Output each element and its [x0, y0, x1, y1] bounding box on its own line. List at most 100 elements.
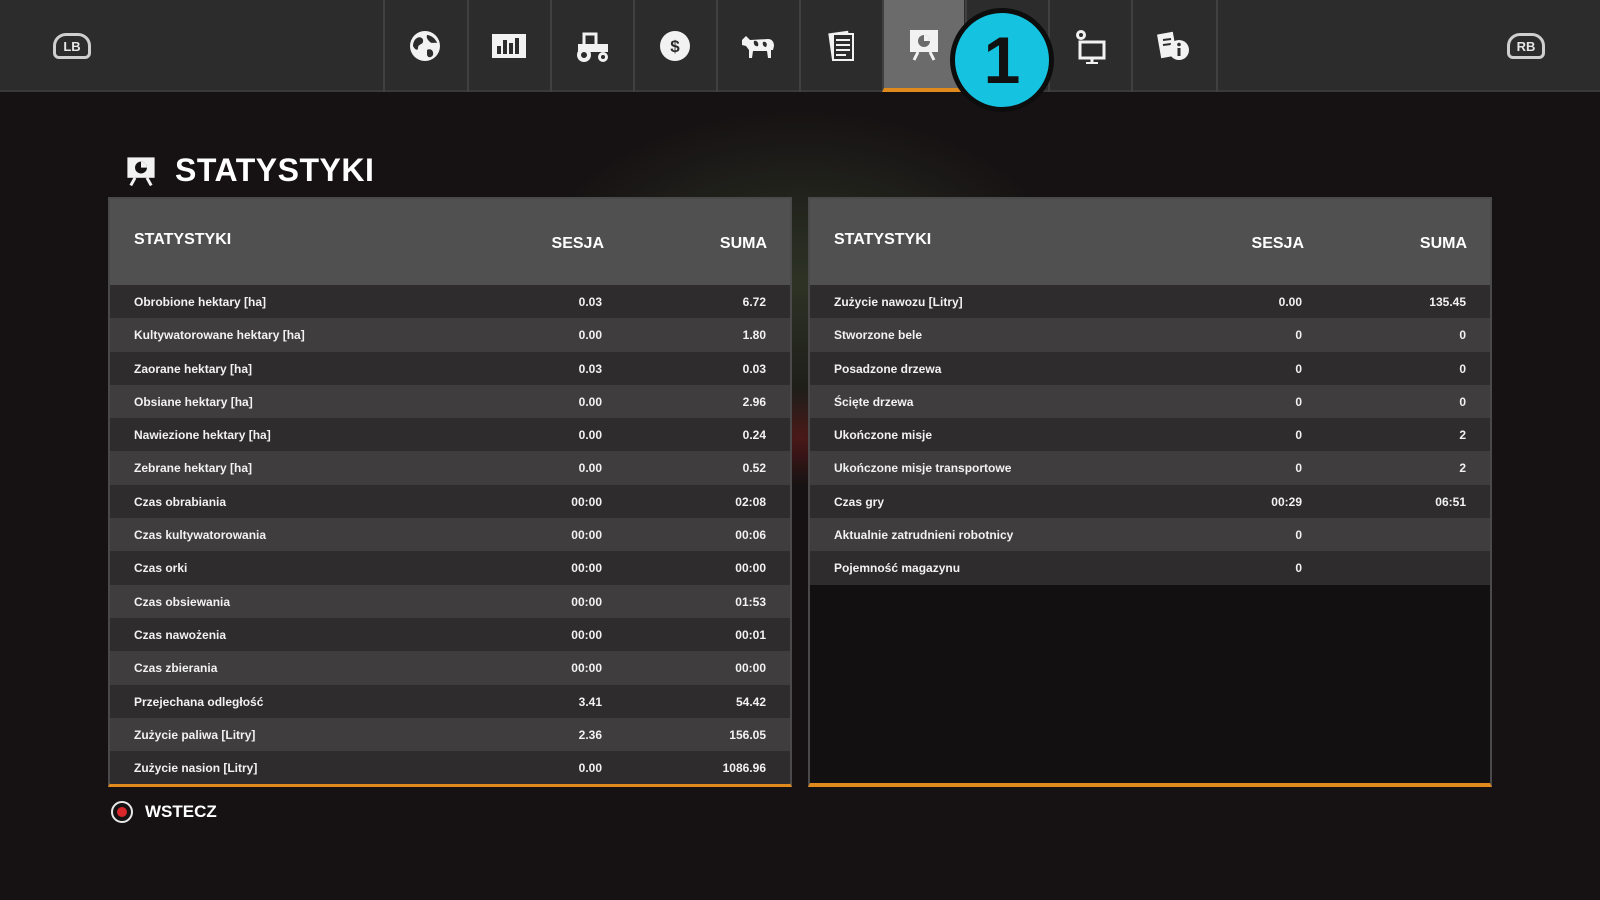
table-row[interactable]: Czas obrabiania 00:00 02:08 [110, 484, 790, 519]
session-value: 00:00 [571, 561, 602, 576]
tab-help[interactable] [1131, 0, 1213, 92]
total-value: 01:53 [735, 594, 766, 609]
callout-marker: 1 [950, 8, 1054, 112]
table-row[interactable]: Przejechana odległość 3.41 54.42 [110, 684, 790, 718]
total-value: 54.42 [735, 694, 766, 709]
table-header: STATYSTYKI SESJA SUMA [810, 199, 1490, 285]
table-header: STATYSTYKI SESJA SUMA [110, 199, 790, 285]
tab-prices[interactable] [467, 0, 549, 92]
tab-contracts[interactable] [799, 0, 881, 92]
total-value: 135.45 [1429, 295, 1466, 309]
stats-table-left: STATYSTYKI SESJA SUMA Obrobione hektary … [108, 197, 792, 787]
header-session: SESJA [1251, 235, 1304, 252]
stat-label: Stworzone bele [834, 328, 923, 343]
total-value: 0.03 [742, 361, 766, 376]
stats-table-right: STATYSTYKI SESJA SUMA Zużycie nawozu [Li… [808, 197, 1492, 787]
table-row[interactable]: Zebrane hektary [ha] 0.00 0.52 [110, 451, 790, 485]
table-row[interactable]: Czas obsiewania 00:00 01:53 [110, 584, 790, 618]
info-icon [1157, 31, 1189, 60]
table-row[interactable]: Zużycie nasion [Litry] 0.00 1086.96 [110, 751, 790, 785]
total-value: 0 [1459, 328, 1466, 343]
session-value: 00:29 [1271, 494, 1302, 509]
bar-chart-icon [492, 34, 526, 58]
session-value: 0 [1295, 561, 1302, 576]
table-row[interactable]: Ukończone misje transportowe 0 2 [810, 451, 1490, 485]
total-value: 00:00 [735, 661, 766, 676]
table-row[interactable]: Obrobione hektary [ha] 0.03 6.72 [110, 285, 790, 319]
tab-vehicles[interactable] [550, 0, 632, 92]
table-row[interactable]: Nawiezione hektary [ha] 0.00 0.24 [110, 418, 790, 452]
statistics-board-icon [910, 30, 938, 61]
total-value: 2 [1459, 428, 1466, 443]
dollar-icon: $ [660, 31, 690, 61]
session-value: 00:00 [571, 661, 602, 676]
tab-game-settings[interactable] [1048, 0, 1130, 92]
stat-label: Czas zbierania [134, 661, 218, 676]
session-value: 0 [1295, 328, 1302, 343]
tab-map[interactable] [383, 0, 465, 92]
table-row[interactable]: Kultywatorowane hektary [ha] 0.00 1.80 [110, 318, 790, 352]
stat-label: Ukończone misje transportowe [834, 461, 1012, 476]
tab-animals[interactable] [716, 0, 798, 92]
table-row[interactable]: Zużycie nawozu [Litry] 0.00 135.45 [810, 285, 1490, 319]
total-value: 0 [1459, 361, 1466, 376]
table-row[interactable]: Zaorane hektary [ha] 0.03 0.03 [110, 351, 790, 385]
total-value: 1.80 [742, 328, 766, 343]
table-row[interactable]: Posadzone drzewa 0 0 [810, 351, 1490, 385]
table-row[interactable]: Ukończone misje 0 2 [810, 418, 1490, 452]
total-value: 00:06 [735, 528, 766, 543]
table-row[interactable]: Zużycie paliwa [Litry] 2.36 156.05 [110, 717, 790, 752]
stat-label: Aktualnie zatrudnieni robotnicy [834, 528, 1014, 543]
table-row[interactable]: Stworzone bele 0 0 [810, 318, 1490, 352]
session-value: 0 [1295, 461, 1302, 476]
total-value: 2 [1459, 461, 1466, 476]
page-title: STATYSTYKI [175, 152, 375, 188]
table-rows: Obrobione hektary [ha] 0.03 6.72 Kultywator… [110, 285, 790, 785]
lb-shoulder-button[interactable]: LB [53, 33, 91, 59]
session-value: 00:00 [571, 494, 602, 509]
session-value: 0.00 [578, 461, 602, 476]
back-button[interactable]: WSTECZ [111, 801, 217, 823]
total-value: 00:01 [735, 627, 766, 642]
table-row[interactable]: Czas kultywatorowania 00:00 00:06 [110, 518, 790, 552]
session-value: 0.00 [1278, 295, 1302, 309]
top-navigation-bar: LB $ RB [0, 0, 1600, 92]
session-value: 0.00 [578, 761, 602, 776]
total-value: 0.24 [742, 428, 766, 443]
table-row[interactable]: Czas orki 00:00 00:00 [110, 551, 790, 585]
session-value: 0.00 [578, 328, 602, 343]
stat-label: Ukończone misje [834, 428, 933, 443]
tabs-divider [1216, 0, 1218, 92]
table-row[interactable]: Ścięte drzewa 0 0 [810, 384, 1490, 419]
total-value: 0.52 [742, 461, 766, 476]
session-value: 0.00 [578, 428, 602, 443]
session-value: 2.36 [578, 727, 602, 742]
session-value: 0 [1295, 361, 1302, 376]
table-row[interactable]: Czas zbierania 00:00 00:00 [110, 651, 790, 685]
total-value: 06:51 [1435, 494, 1466, 509]
stat-label: Zaorane hektary [ha] [134, 361, 253, 376]
rb-shoulder-button[interactable]: RB [1507, 33, 1545, 59]
cow-icon [742, 36, 774, 58]
table-row[interactable]: Pojemność magazynu 0 [810, 551, 1490, 585]
table-row[interactable]: Aktualnie zatrudnieni robotnicy 0 [810, 518, 1490, 552]
total-value: 6.72 [742, 295, 766, 309]
stat-label: Nawiezione hektary [ha] [134, 428, 271, 443]
tab-finances[interactable]: $ [633, 0, 715, 92]
stat-label: Ścięte drzewa [834, 394, 914, 409]
statistics-board-icon [127, 157, 155, 187]
globe-icon [410, 31, 440, 61]
header-total: SUMA [1419, 235, 1467, 252]
session-value: 00:00 [571, 528, 602, 543]
session-value: 0 [1295, 528, 1302, 543]
table-rows: Zużycie nawozu [Litry] 0.00 135.45 Stworzon… [810, 285, 1490, 585]
stat-label: Przejechana odległość [134, 694, 264, 709]
table-row[interactable]: Czas gry 00:29 06:51 [810, 484, 1490, 519]
stat-label: Zużycie nasion [Litry] [134, 761, 258, 776]
table-row[interactable]: Obsiane hektary [ha] 0.00 2.96 [110, 384, 790, 419]
contracts-icon [828, 30, 854, 61]
stat-label: Zużycie nawozu [Litry] [834, 295, 963, 309]
table-row[interactable]: Czas nawożenia 00:00 00:01 [110, 617, 790, 652]
stat-label: Obsiane hektary [ha] [134, 394, 253, 409]
tractor-icon [577, 32, 608, 62]
